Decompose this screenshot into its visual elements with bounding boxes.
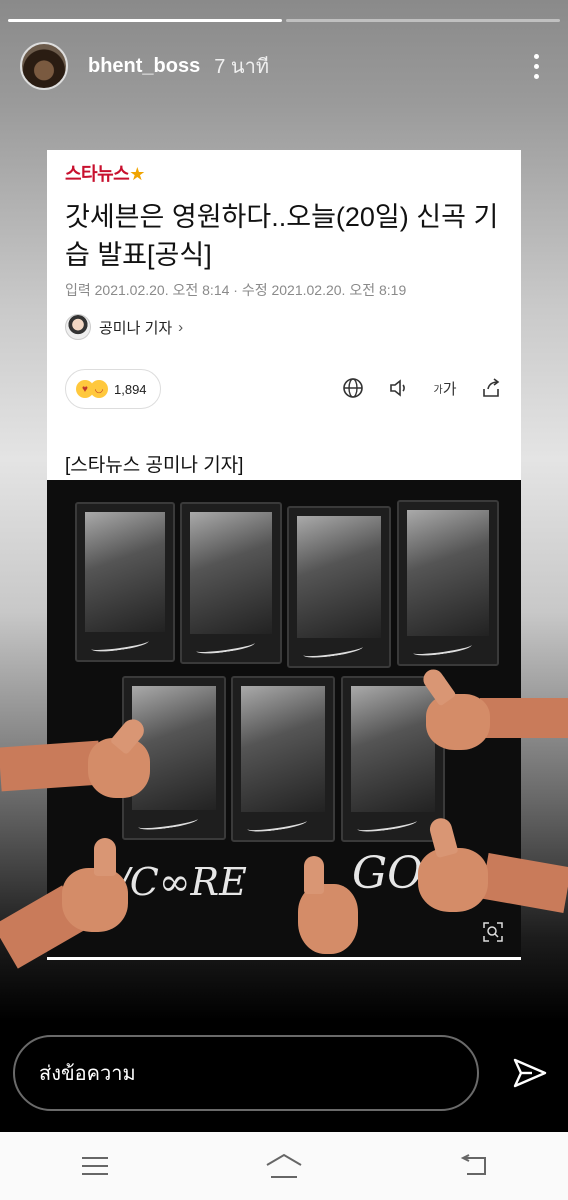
thumbs-up-sticker[interactable]	[419, 665, 568, 758]
globe-icon[interactable]	[341, 376, 365, 400]
font-size-icon[interactable]: 가가	[433, 376, 457, 400]
polaroid	[231, 676, 335, 842]
thumbs-up-sticker[interactable]	[290, 856, 370, 960]
article-meta: 입력 2021.02.20. 오전 8:14 · 수정 2021.02.20. …	[65, 282, 407, 298]
time-ago: 7 นาที	[214, 56, 270, 78]
more-vertical-icon[interactable]	[524, 51, 548, 81]
progress-segment	[286, 19, 560, 22]
send-icon[interactable]	[512, 1055, 548, 1091]
photo-caption: [스타뉴스 공미나 기자]	[65, 455, 244, 476]
speaker-icon[interactable]	[387, 376, 411, 400]
reporter-avatar	[65, 314, 91, 340]
message-bar: ส่งข้อความ	[0, 1020, 568, 1132]
progress-segment	[8, 19, 282, 22]
article-title: 갓세븐은 영원하다..오늘(20일) 신곡 기습 발표[공식]	[65, 202, 499, 270]
story-progress	[8, 19, 560, 22]
source-logo: 스타뉴스★	[65, 164, 145, 184]
home-icon[interactable]	[264, 1146, 304, 1186]
polaroid	[397, 500, 499, 666]
send-message-input[interactable]: ส่งข้อความ	[13, 1035, 479, 1111]
polaroid	[287, 506, 391, 668]
story-view[interactable]: bhent_boss 7 นาที 스타뉴스★ 갓세븐은 영원하다..오늘(20…	[0, 0, 568, 1020]
recents-icon[interactable]	[75, 1146, 115, 1186]
story-header: bhent_boss 7 นาที	[20, 40, 548, 92]
share-icon[interactable]	[479, 376, 503, 400]
reporter-link[interactable]: 공미나 기자 ›	[65, 312, 183, 342]
system-nav-bar	[0, 1132, 568, 1200]
avatar[interactable]	[20, 42, 68, 90]
username[interactable]: bhent_boss	[88, 55, 200, 78]
smile-emoji-icon: ◡	[90, 380, 108, 398]
reporter-name: 공미나 기자	[99, 319, 173, 337]
back-icon[interactable]	[453, 1146, 493, 1186]
reaction-count: 1,894	[114, 381, 147, 397]
article-tools: 가가	[341, 376, 503, 400]
polaroid	[75, 502, 175, 662]
thumbs-up-sticker[interactable]	[0, 838, 140, 969]
reaction-button[interactable]: ♥ ◡ 1,894	[65, 369, 161, 409]
thumbs-up-sticker[interactable]	[414, 815, 568, 928]
chevron-right-icon: ›	[178, 318, 184, 336]
thumbs-up-sticker[interactable]	[0, 714, 170, 808]
polaroid	[180, 502, 282, 664]
